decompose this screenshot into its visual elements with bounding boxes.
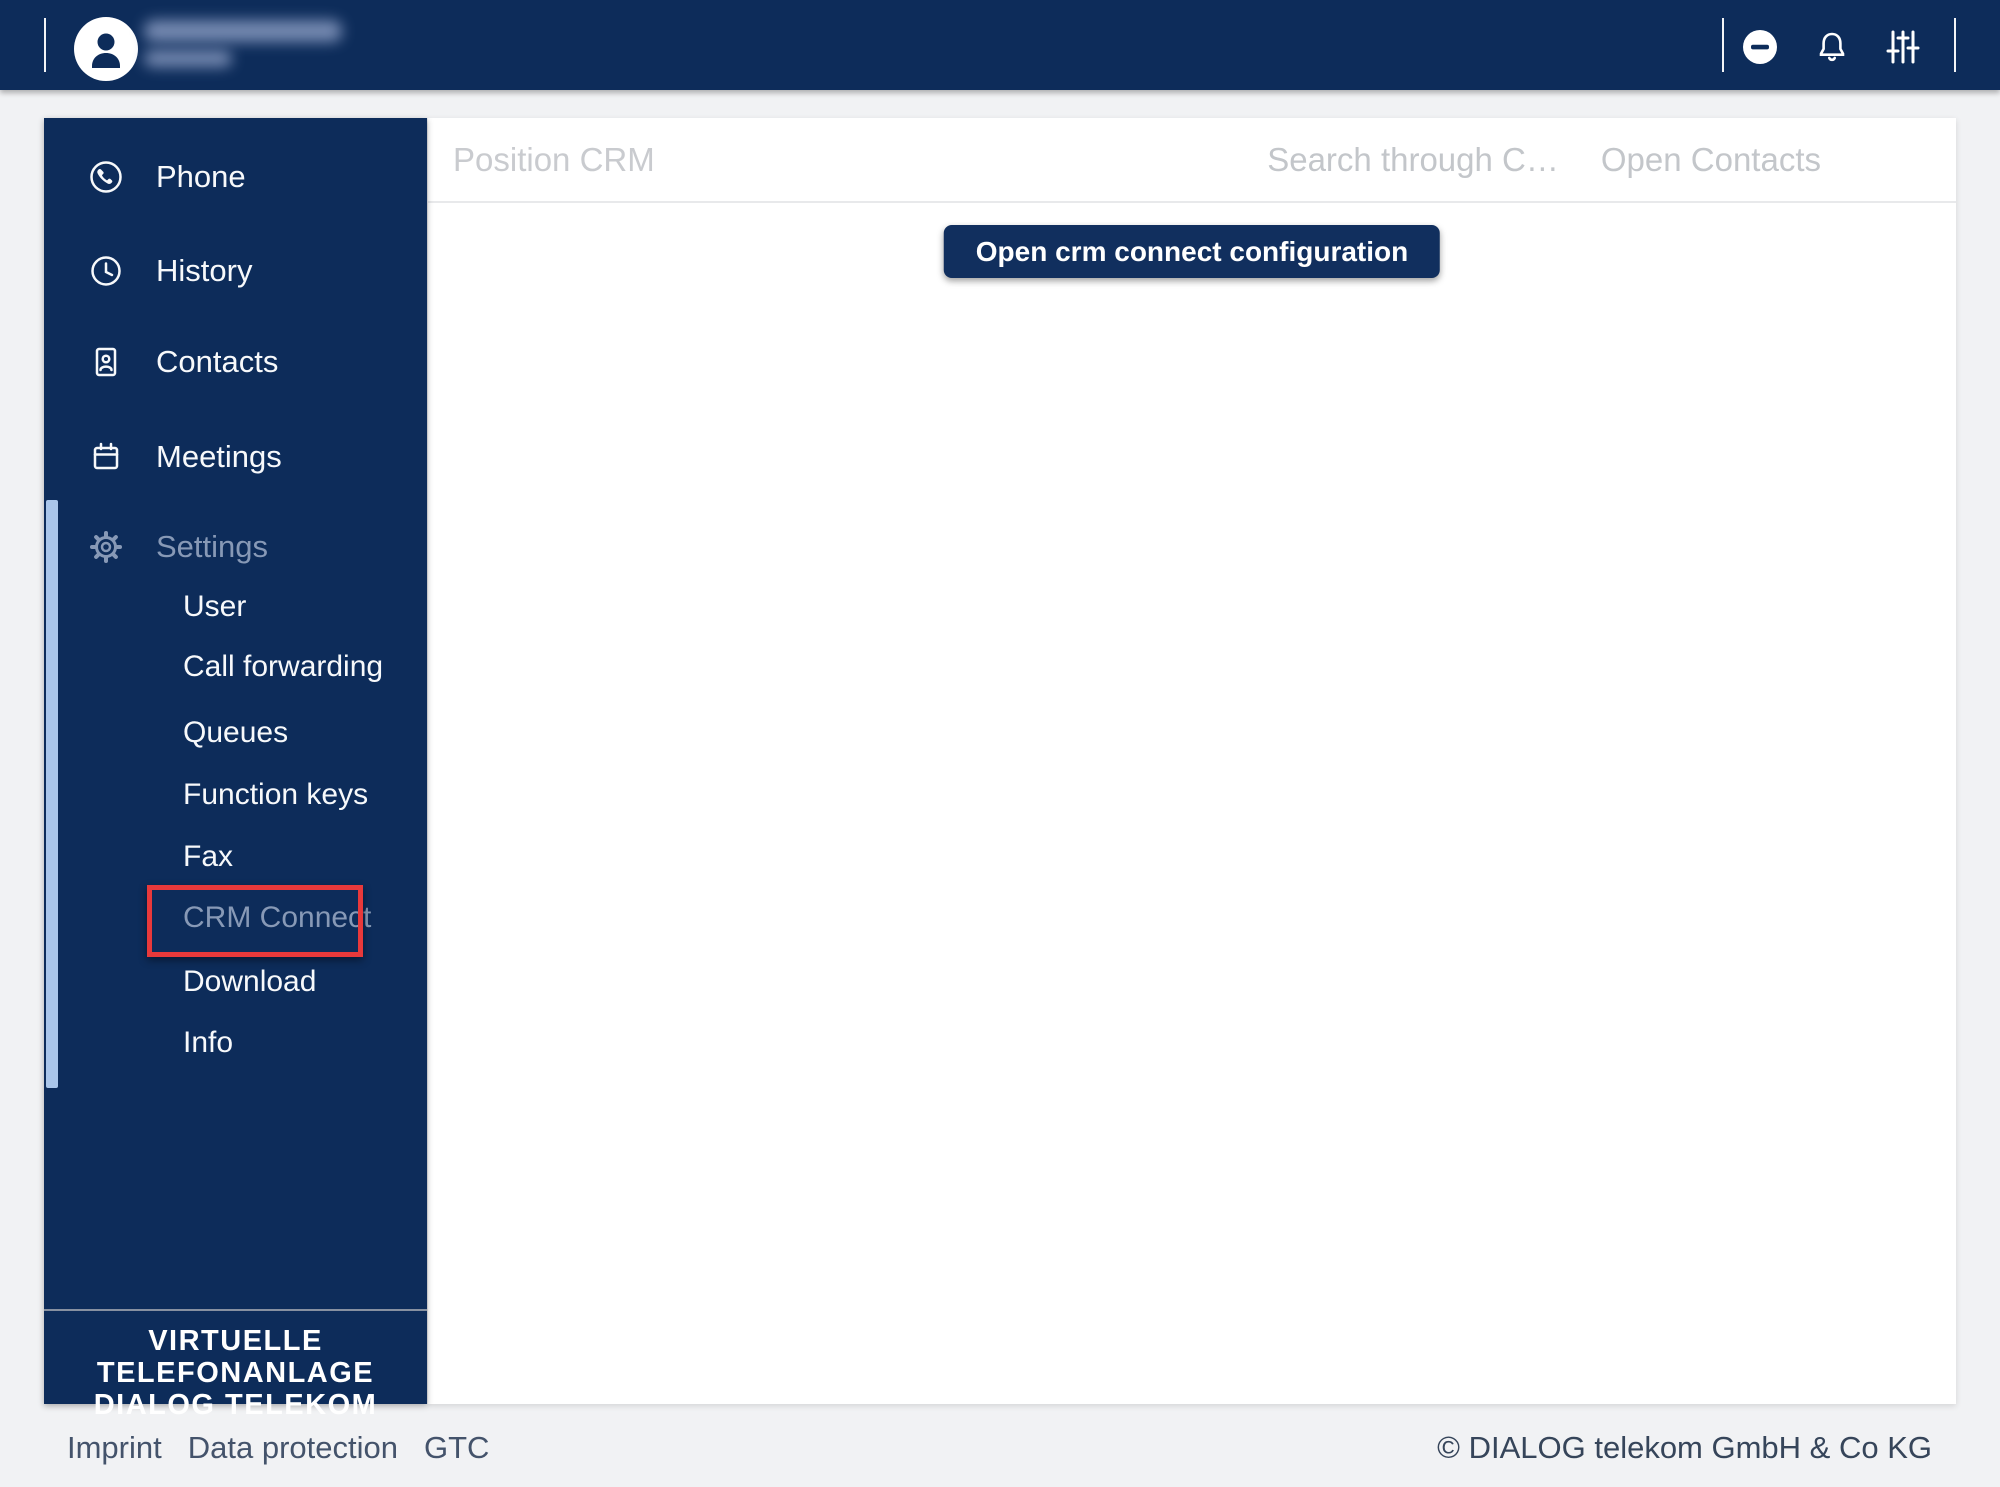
page-footer: Imprint Data protection GTC © DIALOG tel… (67, 1425, 1932, 1470)
brand-line-2: DIALOG TELEKOM (44, 1389, 427, 1421)
sidebar-item-phone[interactable]: Phone (44, 130, 427, 224)
do-not-disturb-icon (1738, 25, 1782, 69)
do-not-disturb-button[interactable] (1736, 23, 1784, 71)
sidebar-brand: VIRTUELLE TELEFONANLAGE DIALOG TELEKOM (44, 1325, 427, 1421)
sidebar-subitem-function-keys[interactable]: Function keys (183, 764, 368, 826)
footer-link-data-protection[interactable]: Data protection (188, 1430, 398, 1466)
user-menu[interactable] (58, 6, 378, 84)
open-crm-configuration-button[interactable]: Open crm connect configuration (944, 225, 1440, 278)
page-title: Position CRM (453, 141, 655, 179)
header-divider-left (44, 18, 46, 72)
sidebar-subitem-user[interactable]: User (183, 576, 246, 638)
sidebar-item-label: Contacts (156, 344, 278, 380)
user-name-blurred (144, 20, 342, 42)
sidebar-item-label: Meetings (156, 439, 282, 475)
main-content-panel: Position CRM Search through C… Open Cont… (428, 118, 1956, 1404)
footer-link-gtc[interactable]: GTC (424, 1430, 489, 1466)
person-icon (74, 17, 138, 81)
top-header-bar (0, 0, 2000, 90)
sidebar-subitem-queues[interactable]: Queues (183, 702, 288, 764)
notifications-button[interactable] (1808, 23, 1856, 71)
gear-icon (84, 525, 128, 569)
open-contacts-label[interactable]: Open Contacts (1601, 141, 1821, 179)
header-divider-icons-left (1722, 18, 1724, 72)
contacts-card-icon (84, 340, 128, 384)
sidebar-item-history[interactable]: History (44, 224, 427, 318)
content-toolbar: Position CRM Search through C… Open Cont… (428, 118, 1956, 203)
brand-line-1: VIRTUELLE TELEFONANLAGE (44, 1325, 427, 1389)
calendar-icon (84, 435, 128, 479)
phone-icon (84, 155, 128, 199)
history-clock-icon (84, 249, 128, 293)
sidebar-subitem-info[interactable]: Info (183, 1012, 233, 1074)
sidebar-brand-divider (44, 1309, 427, 1311)
avatar (74, 17, 138, 81)
notification-bell-icon (1810, 25, 1854, 69)
app-window: Phone History Contacts (0, 0, 2000, 1487)
sidebar-item-label: Phone (156, 159, 246, 195)
sliders-icon (1881, 25, 1925, 69)
sidebar-scrollbar-thumb[interactable] (46, 500, 58, 1088)
sidebar-subitem-fax[interactable]: Fax (183, 826, 233, 888)
sidebar-item-contacts[interactable]: Contacts (44, 315, 427, 409)
header-divider-right (1954, 18, 1956, 72)
footer-link-imprint[interactable]: Imprint (67, 1430, 162, 1466)
sidebar-subitem-crm-connect[interactable]: CRM Connect (183, 887, 371, 949)
sidebar-item-label: History (156, 253, 252, 289)
sidebar-item-meetings[interactable]: Meetings (44, 410, 427, 504)
sidebar-navigation: Phone History Contacts (44, 118, 427, 1404)
sidebar-subitem-download[interactable]: Download (183, 951, 316, 1013)
sidebar-subitem-call-forwarding[interactable]: Call forwarding (183, 636, 383, 698)
audio-settings-button[interactable] (1879, 23, 1927, 71)
user-extension-blurred (144, 50, 232, 67)
copyright-text: © DIALOG telekom GmbH & Co KG (1437, 1430, 1932, 1466)
search-contacts-label[interactable]: Search through C… (1267, 141, 1559, 179)
sidebar-item-label: Settings (156, 529, 268, 565)
